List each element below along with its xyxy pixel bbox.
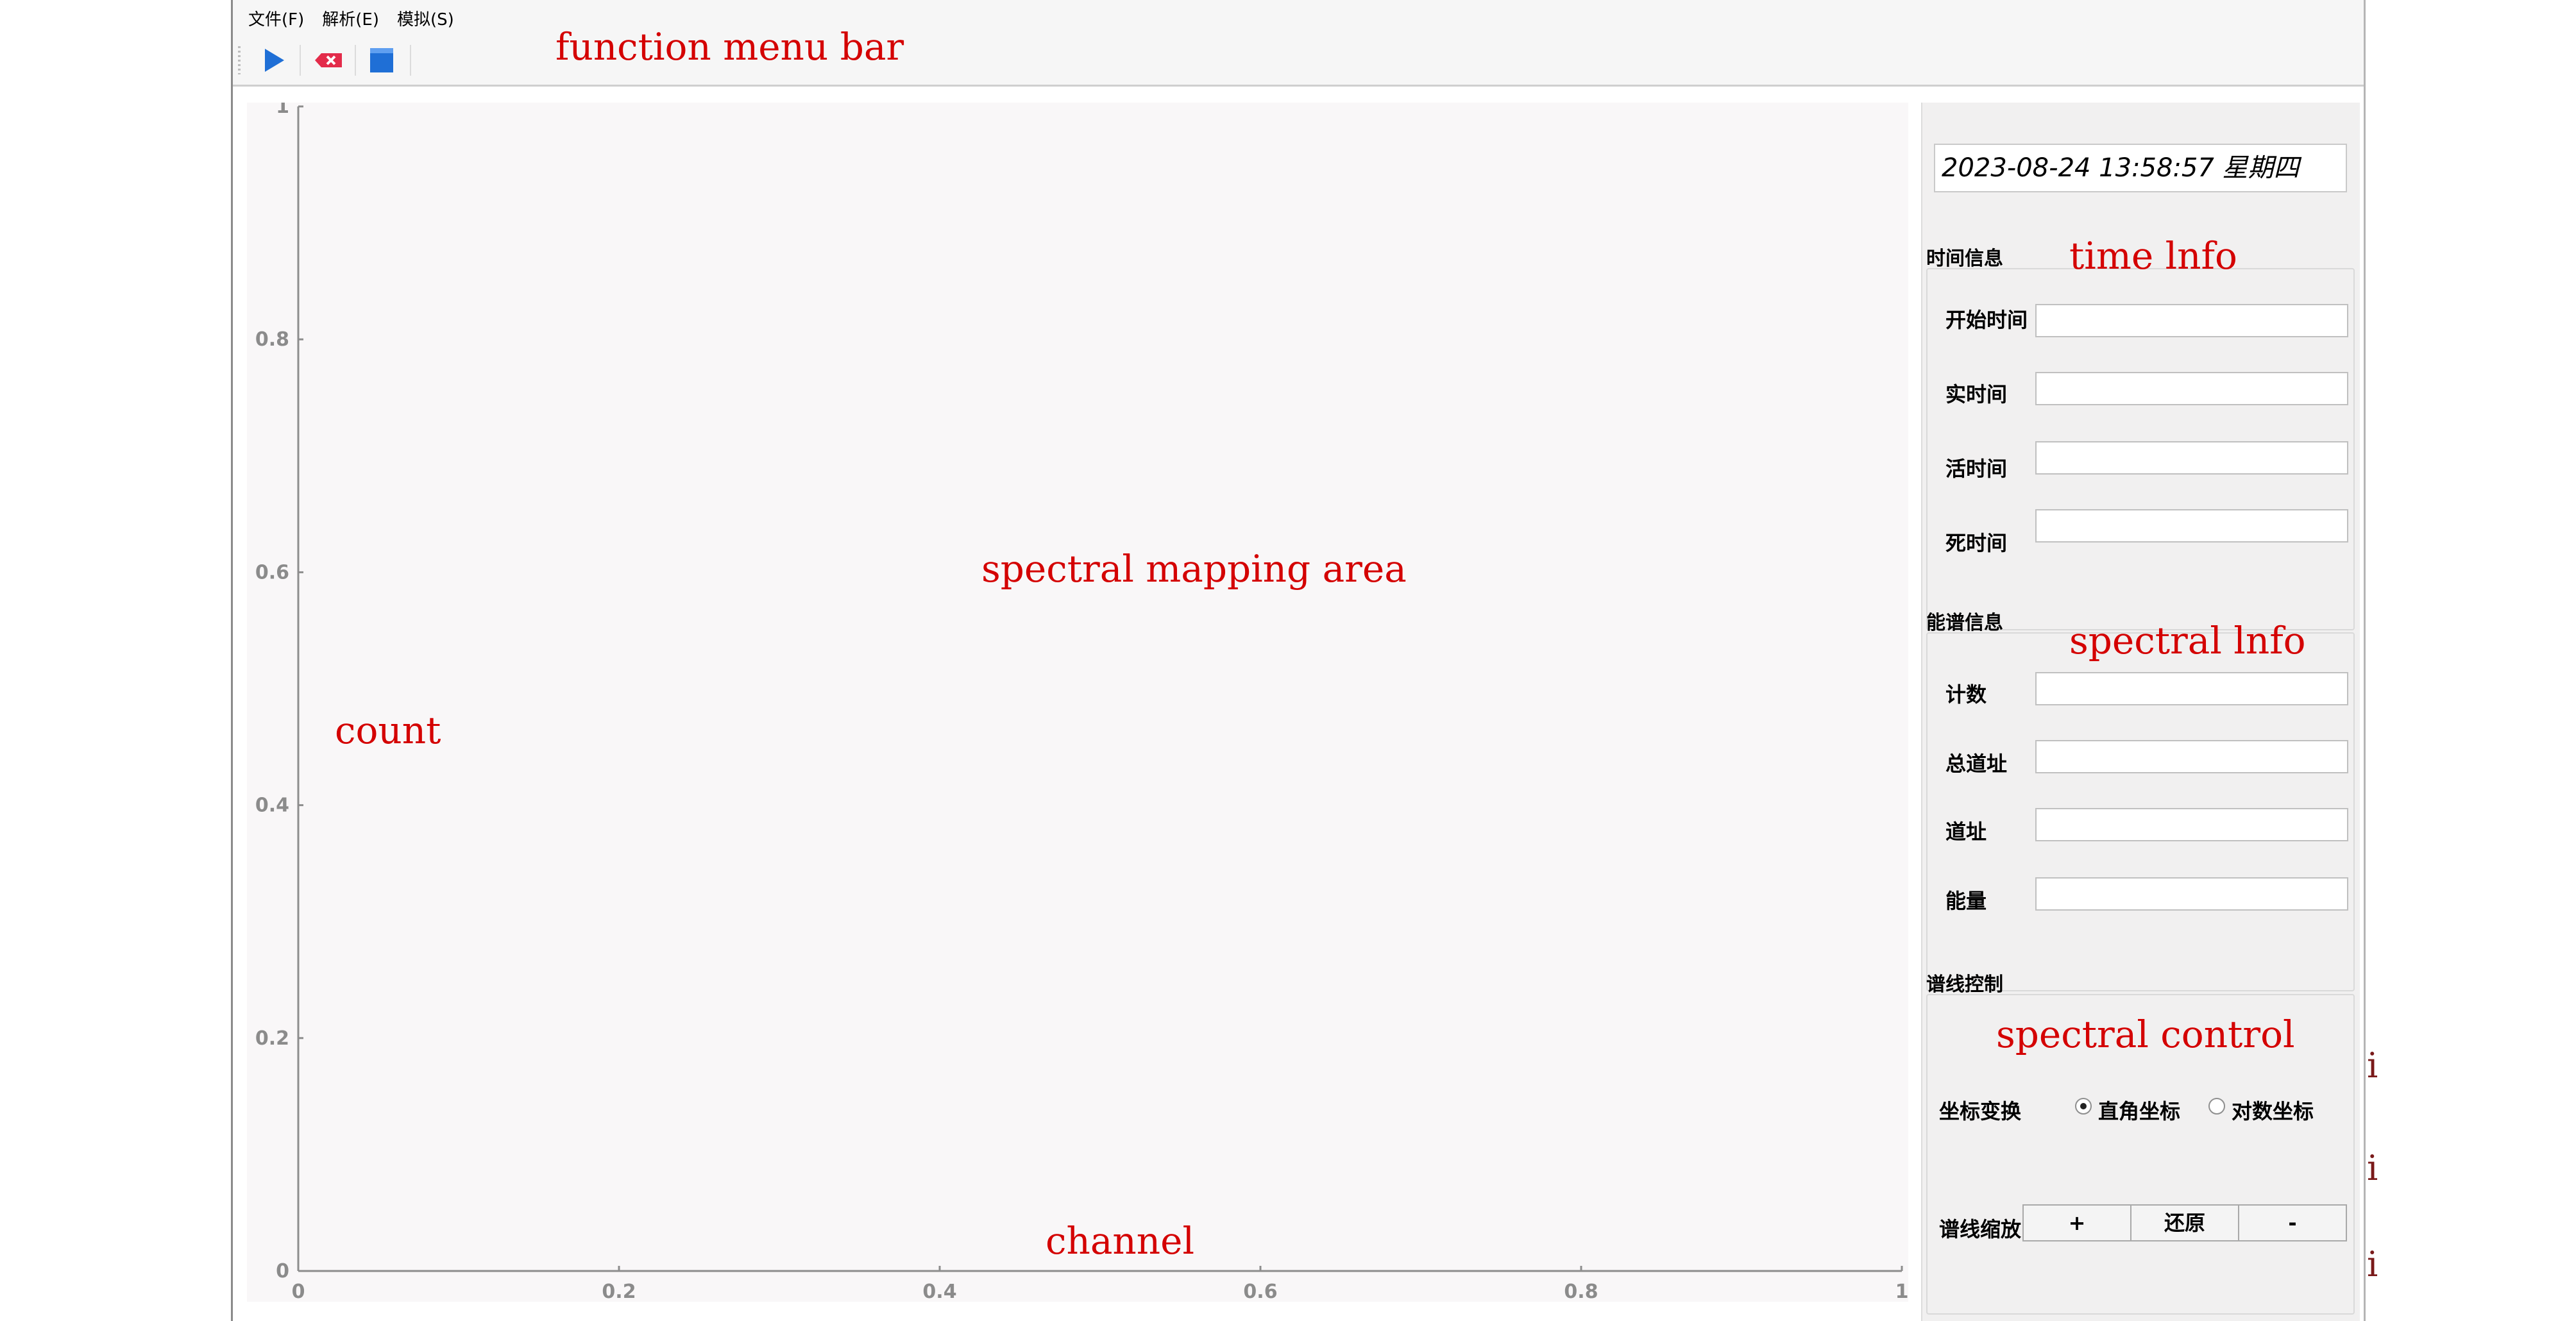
energy-field[interactable] (2035, 877, 2348, 911)
cutoff-text: i (2367, 1244, 2378, 1284)
datetime-display: 2023-08-24 13:58:57 星期四 (1934, 144, 2347, 192)
toolbar-separator (410, 45, 411, 76)
menu-file[interactable]: 文件(F) (248, 6, 304, 30)
total-channel-field[interactable] (2035, 740, 2348, 773)
stop-button[interactable] (362, 42, 401, 78)
x-tick-label: 0.6 (1243, 1281, 1277, 1302)
reset-button[interactable]: 还原 (2130, 1204, 2239, 1241)
log-label: 对数坐标 (2232, 1099, 2314, 1123)
toolbar-handle[interactable] (238, 46, 241, 74)
spectrum-info-title: 能谱信息 (1926, 612, 2003, 634)
cartesian-label: 直角坐标 (2098, 1099, 2181, 1123)
live-time-field[interactable] (2035, 441, 2348, 475)
menu-parse[interactable]: 解析(E) (322, 6, 379, 30)
live-time-label: 活时间 (1945, 457, 2008, 481)
toolbar (233, 36, 2364, 87)
y-tick-label: 0.8 (255, 328, 289, 351)
toolbar-separator (300, 45, 301, 76)
y-tick-label: 0.2 (255, 1027, 289, 1050)
spectrum-plot[interactable]: 0 0.2 0.4 0.6 0.8 1 0 0.2 0.4 0.6 0.8 1 (247, 96, 1909, 1303)
annotation-time-info: time lnfo (2069, 234, 2237, 278)
play-icon (265, 49, 284, 72)
menu-simulate[interactable]: 模拟(S) (397, 6, 454, 30)
dead-time-field[interactable] (2035, 509, 2348, 543)
annotation-menu-bar: function menu bar (555, 25, 904, 69)
zoom-in-button[interactable]: + (2022, 1204, 2131, 1241)
x-tick-label: 0.2 (602, 1281, 636, 1302)
x-tick-label: 0.4 (922, 1281, 956, 1302)
y-tick-label: 0 (276, 1260, 289, 1283)
menu-bar: 文件(F) 解析(E) 模拟(S) (233, 0, 2364, 36)
y-tick-label: 1 (276, 103, 289, 118)
stop-icon (370, 48, 393, 72)
spectrum-chart: 0 0.2 0.4 0.6 0.8 1 0 0.2 0.4 0.6 0.8 1 (255, 96, 1909, 1303)
coord-transform-label: 坐标变换 (1939, 1099, 2022, 1123)
x-tick-label: 0 (292, 1281, 305, 1302)
channel-field[interactable] (2035, 808, 2348, 841)
y-tick-label: 0.6 (255, 561, 289, 584)
time-info-title: 时间信息 (1926, 248, 2003, 270)
x-tick-label: 0.8 (1564, 1281, 1598, 1302)
toolbar-separator (355, 45, 356, 76)
start-time-field[interactable] (2035, 304, 2348, 337)
annotation-mapping-area: spectral mapping area (981, 547, 1407, 591)
clear-icon (315, 53, 342, 67)
annotation-spectral-info: spectral lnfo (2069, 619, 2306, 662)
spectrum-info-group: 计数 总道址 道址 能量 (1926, 632, 2355, 991)
energy-label: 能量 (1945, 889, 1987, 913)
total-channel-label: 总道址 (1945, 752, 2008, 776)
real-time-label: 实时间 (1945, 382, 2008, 407)
cutoff-text: i (2367, 1045, 2378, 1086)
start-time-label: 开始时间 (1945, 308, 2028, 332)
info-panel: 2023-08-24 13:58:57 星期四 时间信息 开始时间 实时间 活时… (1921, 103, 2360, 1321)
annotation-count: count (335, 709, 441, 752)
dead-time-label: 死时间 (1945, 531, 2008, 555)
time-info-group: 开始时间 实时间 活时间 死时间 (1926, 268, 2355, 630)
log-radio[interactable] (2208, 1098, 2225, 1115)
zoom-out-button[interactable]: - (2238, 1204, 2347, 1241)
spectrum-control-title: 谱线控制 (1926, 973, 2003, 996)
count-label: 计数 (1945, 682, 1987, 707)
start-button[interactable] (253, 42, 292, 78)
cartesian-radio[interactable] (2075, 1098, 2092, 1115)
zoom-label: 谱线缩放 (1939, 1217, 2022, 1241)
count-field[interactable] (2035, 672, 2348, 705)
annotation-spectral-control: spectral control (1996, 1013, 2295, 1056)
clear-button[interactable] (309, 42, 347, 78)
channel-label: 道址 (1945, 820, 1987, 844)
x-tick-label: 1 (1895, 1281, 1908, 1302)
y-tick-label: 0.4 (255, 795, 289, 817)
cutoff-text: i (2367, 1148, 2378, 1188)
annotation-channel: channel (1046, 1219, 1194, 1263)
real-time-field[interactable] (2035, 372, 2348, 405)
